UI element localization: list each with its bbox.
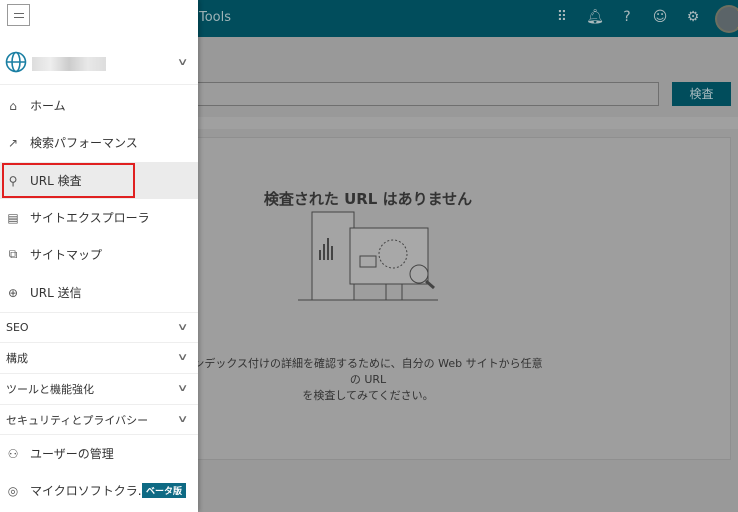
chevron-down-icon: ∨	[176, 352, 189, 363]
group-label: SEO	[6, 321, 29, 334]
gear-icon[interactable]: ⚙	[684, 9, 702, 25]
clarity-icon: ◎	[7, 483, 19, 498]
item-label: マイクロソフトクラ...	[30, 484, 150, 498]
smiley-icon[interactable]: ☺	[651, 9, 669, 25]
desc-line: を検査してみてください。	[302, 389, 434, 402]
apps-grid-icon[interactable]: ⠿	[553, 9, 571, 25]
divider	[190, 117, 738, 129]
item-label: サイトエクスプローラ	[30, 211, 150, 225]
empty-illustration	[298, 211, 438, 301]
globe-icon: ⊕	[7, 285, 19, 300]
bell-icon[interactable]: 🔔︎	[586, 9, 604, 25]
sidebar-group-security[interactable]: セキュリティとプライバシー ∨	[0, 404, 198, 435]
hamburger-icon	[13, 12, 24, 18]
item-label: ホーム	[30, 99, 66, 113]
sitemap-icon: ⧉	[8, 247, 18, 261]
sidebar-group-seo[interactable]: SEO ∨	[0, 312, 198, 342]
empty-description: ンデックス付けの詳細を確認するために、自分の Web サイトから任意の URL …	[190, 356, 546, 404]
highlight-box	[2, 163, 135, 198]
beta-badge: ベータ版	[141, 483, 186, 498]
sidebar: ∨ ⌂ ホーム ↗ 検索パフォーマンス ⚲ URL 検査 ▤ サイトエクスプローラ ⧉ サ…	[0, 0, 198, 512]
sidebar-item-sitemaps[interactable]: ⧉ サイトマップ	[0, 236, 198, 273]
url-input[interactable]	[190, 82, 659, 106]
sidebar-item-clarity[interactable]: ◎ マイクロソフトクラ... ベータ版	[0, 472, 198, 509]
sidebar-item-site-explorer[interactable]: ▤ サイトエクスプローラ	[0, 199, 198, 236]
inspect-button[interactable]: 検査	[672, 82, 731, 106]
help-icon[interactable]: ?	[618, 9, 636, 25]
document-icon: ▤	[7, 210, 19, 225]
chevron-down-icon: ∨	[176, 57, 189, 68]
empty-title: 検査された URL はありません	[263, 190, 473, 208]
site-name-redacted	[32, 57, 106, 71]
trend-icon: ↗	[7, 135, 19, 150]
sidebar-item-url-submission[interactable]: ⊕ URL 送信	[0, 274, 198, 311]
sidebar-item-user-management[interactable]: ⚇ ユーザーの管理	[0, 435, 198, 472]
item-label: 検索パフォーマンス	[30, 136, 138, 150]
hamburger-menu-button[interactable]	[7, 4, 30, 26]
group-label: ツールと機能強化	[6, 382, 94, 396]
globe-icon	[5, 51, 27, 73]
chevron-down-icon: ∨	[176, 322, 189, 333]
home-icon: ⌂	[9, 98, 17, 113]
chevron-down-icon: ∨	[176, 383, 189, 394]
site-selector[interactable]: ∨	[0, 45, 198, 85]
group-label: セキュリティとプライバシー	[6, 413, 149, 427]
users-icon: ⚇	[7, 446, 19, 461]
group-label: 構成	[6, 351, 28, 365]
item-label: サイトマップ	[30, 248, 103, 262]
app-title: Tools	[199, 10, 232, 25]
sidebar-item-home[interactable]: ⌂ ホーム	[0, 87, 198, 124]
item-label: URL 送信	[30, 286, 82, 300]
sidebar-group-config[interactable]: 構成 ∨	[0, 342, 198, 372]
sidebar-group-tools[interactable]: ツールと機能強化 ∨	[0, 373, 198, 403]
chevron-down-icon: ∨	[176, 414, 189, 425]
desc-line: ンデックス付けの詳細を確認するために、自分の Web サイトから任意の URL	[193, 357, 543, 386]
avatar[interactable]	[715, 5, 738, 33]
empty-state-card	[190, 137, 731, 460]
item-label: ユーザーの管理	[30, 447, 114, 461]
sidebar-item-performance[interactable]: ↗ 検索パフォーマンス	[0, 124, 198, 161]
